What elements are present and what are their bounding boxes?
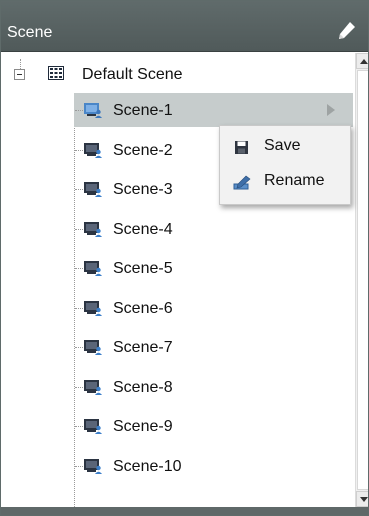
menu-item-save[interactable]: Save — [220, 130, 350, 164]
menu-item-rename[interactable]: Rename — [220, 165, 350, 199]
collapse-toggle[interactable] — [14, 69, 25, 80]
tree-line — [75, 347, 83, 348]
tree-line — [75, 386, 83, 388]
tree-item-scene[interactable]: Scene-8 — [1, 370, 356, 404]
tree-item-label: Scene-3 — [113, 181, 173, 198]
monitor-person-icon — [83, 142, 103, 159]
tree-line — [75, 465, 83, 467]
vertical-scrollbar[interactable] — [355, 53, 368, 507]
monitor-person-icon — [83, 221, 103, 238]
tree-root-row[interactable]: Default Scene — [1, 53, 356, 87]
tree-item-label: Scene-1 — [113, 102, 173, 119]
tree-item-scene[interactable]: Scene-4 — [1, 212, 356, 246]
monitor-person-icon — [83, 418, 103, 435]
monitor-person-icon — [83, 339, 103, 356]
scene-tree: Default Scene Scene-1 Scene-2 Scene-3 Scene… — [1, 53, 356, 507]
tree-item-scene[interactable]: Scene-6 — [1, 291, 356, 325]
tree-item-label: Scene-10 — [113, 457, 182, 475]
tree-item-label: Scene-2 — [113, 141, 173, 159]
scroll-down-button[interactable] — [356, 491, 368, 507]
scene-panel: Scene Default Scene Scene-1 Scene-2 Scen… — [0, 0, 369, 516]
tree-line — [75, 268, 83, 269]
menu-item-label: Rename — [264, 172, 325, 189]
tree-line — [75, 307, 83, 309]
tree-root-label: Default Scene — [82, 66, 183, 83]
context-menu: Save Rename — [219, 125, 351, 205]
scroll-up-button[interactable] — [356, 53, 368, 69]
tree-line — [75, 426, 83, 427]
panel-header: Scene — [1, 1, 368, 52]
tree-item-label: Scene-6 — [113, 299, 173, 317]
grid-icon — [48, 66, 64, 80]
tree-item-scene[interactable]: Scene-5 — [1, 251, 356, 285]
floppy-disk-icon — [233, 140, 251, 156]
monitor-person-icon — [83, 458, 103, 475]
tree-line — [75, 149, 83, 151]
scroll-thumb[interactable] — [357, 70, 368, 490]
tree-item-label: Scene-7 — [113, 339, 173, 356]
rename-pencil-icon — [233, 175, 251, 191]
pencil-icon[interactable] — [337, 20, 357, 42]
monitor-person-icon — [83, 181, 103, 198]
tree-item-label: Scene-9 — [113, 418, 173, 435]
monitor-person-icon — [83, 102, 103, 119]
panel-title: Scene — [7, 24, 53, 41]
tree-item-label: Scene-4 — [113, 220, 173, 238]
monitor-person-icon — [83, 260, 103, 277]
tree-item-scene[interactable]: Scene-7 — [1, 330, 356, 364]
menu-item-label: Save — [264, 137, 301, 154]
tree-line — [75, 110, 83, 111]
tree-item-label: Scene-8 — [113, 378, 173, 396]
tree-item-label: Scene-5 — [113, 260, 173, 277]
tree-line — [75, 189, 83, 190]
panel-footer — [1, 507, 368, 515]
tree-item-scene[interactable]: Scene-9 — [1, 409, 356, 443]
tree-line — [75, 228, 83, 230]
tree-item-scene[interactable]: Scene-10 — [1, 449, 356, 483]
monitor-person-icon — [83, 300, 103, 317]
tree-item-scene[interactable]: Scene-1 — [1, 93, 356, 127]
submenu-arrow-icon — [327, 104, 335, 116]
monitor-person-icon — [83, 379, 103, 396]
